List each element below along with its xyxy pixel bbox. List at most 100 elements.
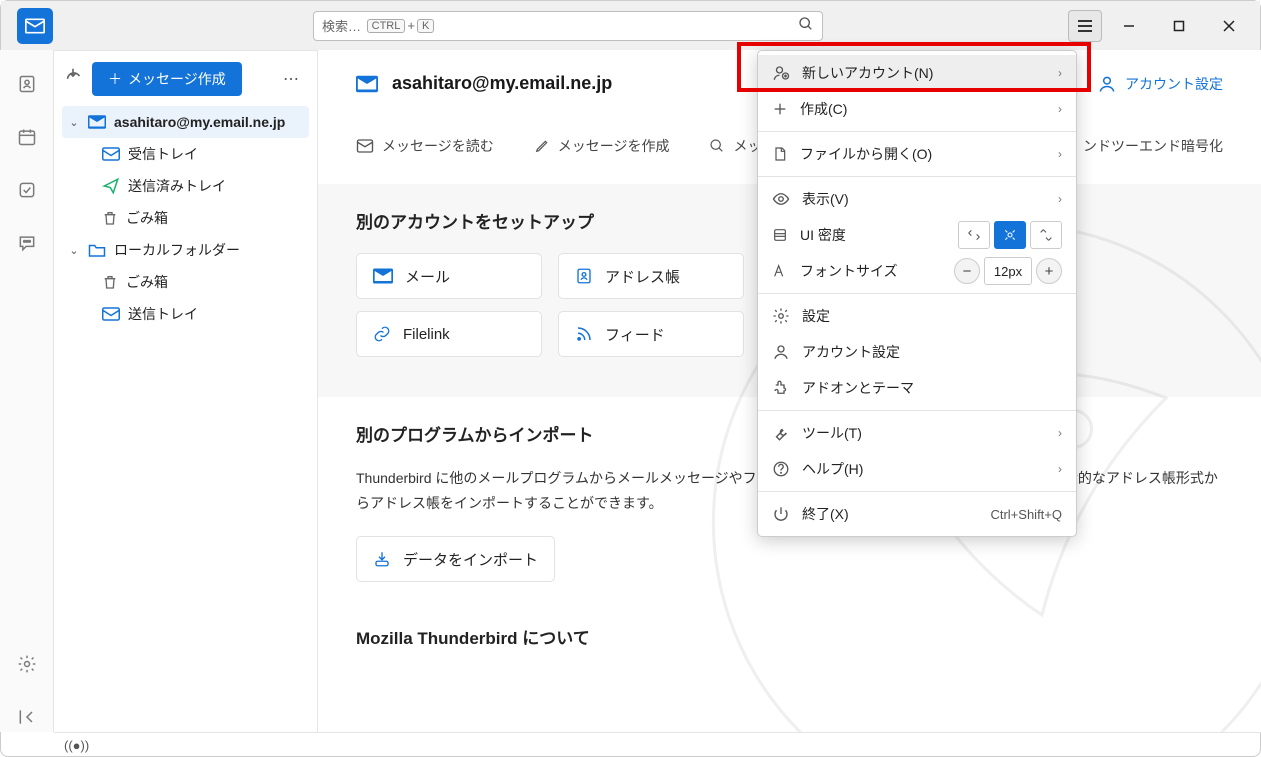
inbox-icon	[102, 147, 120, 161]
folder-outbox[interactable]: 送信トレイ	[96, 298, 309, 330]
mail-icon	[356, 75, 378, 93]
account-root[interactable]: ⌄ asahitaro@my.email.ne.jp	[62, 106, 309, 138]
help-icon	[772, 460, 790, 478]
outbox-icon	[102, 307, 120, 321]
menu-addons[interactable]: アドオンとテーマ	[758, 370, 1076, 406]
link-icon	[373, 325, 391, 343]
plus-icon	[772, 101, 788, 117]
chevron-down-icon: ⌄	[68, 244, 80, 257]
get-messages-icon[interactable]	[62, 66, 84, 93]
sidebar-more-button[interactable]: ⋯	[275, 69, 309, 89]
font-increase[interactable]: +	[1036, 258, 1062, 284]
mail-icon	[373, 268, 393, 284]
account-settings-link[interactable]: アカウント設定	[1097, 74, 1223, 94]
menu-tools[interactable]: ツール(T)›	[758, 415, 1076, 451]
setup-filelink[interactable]: Filelink	[356, 311, 542, 357]
menu-font-size: フォントサイズ − 12px +	[758, 253, 1076, 289]
density-normal[interactable]	[994, 221, 1026, 249]
folder-local-trash[interactable]: ごみ箱	[96, 266, 309, 298]
account-settings-label: アカウント設定	[1125, 74, 1223, 94]
chevron-right-icon: ›	[1058, 147, 1062, 161]
folder-sidebar: ＋ メッセージ作成 ⋯ ⌄ asahitaro@my.email.ne.jp 受…	[54, 50, 318, 732]
import-icon	[373, 550, 391, 568]
read-icon	[356, 138, 374, 154]
trash-icon	[102, 273, 118, 291]
font-value: 12px	[984, 257, 1032, 285]
chevron-down-icon: ⌄	[68, 116, 80, 129]
search-input[interactable]: 検索… CTRL + K	[313, 11, 823, 41]
action-compose[interactable]: メッセージを作成	[534, 136, 670, 156]
search-placeholder: 検索…	[322, 16, 361, 35]
compose-button[interactable]: ＋ メッセージ作成	[92, 62, 242, 96]
feed-icon	[575, 325, 593, 343]
file-icon	[772, 145, 788, 163]
trash-icon	[102, 209, 118, 227]
chevron-right-icon: ›	[1058, 102, 1062, 116]
wrench-icon	[772, 424, 790, 442]
app-logo-icon	[17, 8, 53, 44]
inbox-label: 受信トレイ	[128, 144, 198, 164]
folder-trash[interactable]: ごみ箱	[96, 202, 309, 234]
menu-account-settings[interactable]: アカウント設定	[758, 334, 1076, 370]
compose-label: メッセージ作成	[128, 69, 226, 89]
setup-feed[interactable]: フィード	[558, 311, 744, 357]
kbd-ctrl: CTRL	[367, 19, 406, 33]
folder-icon	[88, 242, 106, 258]
settings-tab-icon[interactable]	[17, 654, 37, 679]
action-e2e[interactable]: ンドツーエンド暗号化	[1083, 136, 1223, 156]
status-network-icon[interactable]: ((●))	[64, 738, 89, 753]
menu-open-file[interactable]: ファイルから開く(O)›	[758, 136, 1076, 172]
setup-mail[interactable]: メール	[356, 253, 542, 299]
menu-density: UI 密度	[758, 217, 1076, 253]
account-icon	[772, 343, 790, 361]
kbd-plus: +	[407, 18, 415, 33]
quit-shortcut: Ctrl+Shift+Q	[990, 507, 1062, 522]
status-bar: ((●))	[54, 732, 1261, 757]
folder-sent[interactable]: 送信済みトレイ	[96, 170, 309, 202]
chevron-right-icon: ›	[1058, 66, 1062, 80]
chevron-right-icon: ›	[1058, 192, 1062, 206]
close-button[interactable]	[1206, 10, 1252, 42]
chevron-right-icon: ›	[1058, 426, 1062, 440]
plus-icon: ＋	[108, 69, 122, 89]
import-button[interactable]: データをインポート	[356, 536, 555, 582]
collapse-rail-icon[interactable]	[17, 707, 37, 732]
app-menu-button[interactable]	[1068, 10, 1102, 42]
app-menu: 新しいアカウント(N)› 作成(C)› ファイルから開く(O)› 表示(V)› …	[757, 50, 1077, 537]
mail-account-icon	[88, 115, 106, 129]
account-settings-icon	[1097, 74, 1117, 94]
pencil-icon	[534, 138, 550, 154]
menu-new-account[interactable]: 新しいアカウント(N)›	[758, 55, 1076, 91]
local-label: ローカルフォルダー	[114, 240, 240, 260]
maximize-button[interactable]	[1156, 10, 1202, 42]
sent-icon	[102, 177, 120, 195]
eye-icon	[772, 192, 790, 206]
density-touch[interactable]	[1030, 221, 1062, 249]
local-folders-root[interactable]: ⌄ ローカルフォルダー	[62, 234, 309, 266]
font-decrease[interactable]: −	[954, 258, 980, 284]
minimize-button[interactable]	[1106, 10, 1152, 42]
kbd-k: K	[417, 19, 434, 33]
gear-icon	[772, 307, 790, 325]
outbox-label: 送信トレイ	[128, 304, 198, 324]
chevron-right-icon: ›	[1058, 462, 1062, 476]
menu-quit[interactable]: 終了(X)Ctrl+Shift+Q	[758, 496, 1076, 532]
header-email: asahitaro@my.email.ne.jp	[392, 73, 612, 94]
trash-label: ごみ箱	[126, 208, 168, 228]
folder-inbox[interactable]: 受信トレイ	[96, 138, 309, 170]
density-compact[interactable]	[958, 221, 990, 249]
menu-help[interactable]: ヘルプ(H)›	[758, 451, 1076, 487]
addressbook-tab-icon[interactable]	[17, 74, 37, 99]
search-icon	[709, 138, 725, 154]
setup-addressbook[interactable]: アドレス帳	[558, 253, 744, 299]
sent-label: 送信済みトレイ	[128, 176, 226, 196]
chat-tab-icon[interactable]	[17, 233, 37, 258]
menu-settings[interactable]: 設定	[758, 298, 1076, 334]
power-icon	[772, 505, 790, 523]
addressbook-icon	[575, 266, 593, 286]
calendar-tab-icon[interactable]	[17, 127, 37, 152]
action-read[interactable]: メッセージを読む	[356, 136, 494, 156]
menu-view[interactable]: 表示(V)›	[758, 181, 1076, 217]
menu-create[interactable]: 作成(C)›	[758, 91, 1076, 127]
tasks-tab-icon[interactable]	[17, 180, 37, 205]
